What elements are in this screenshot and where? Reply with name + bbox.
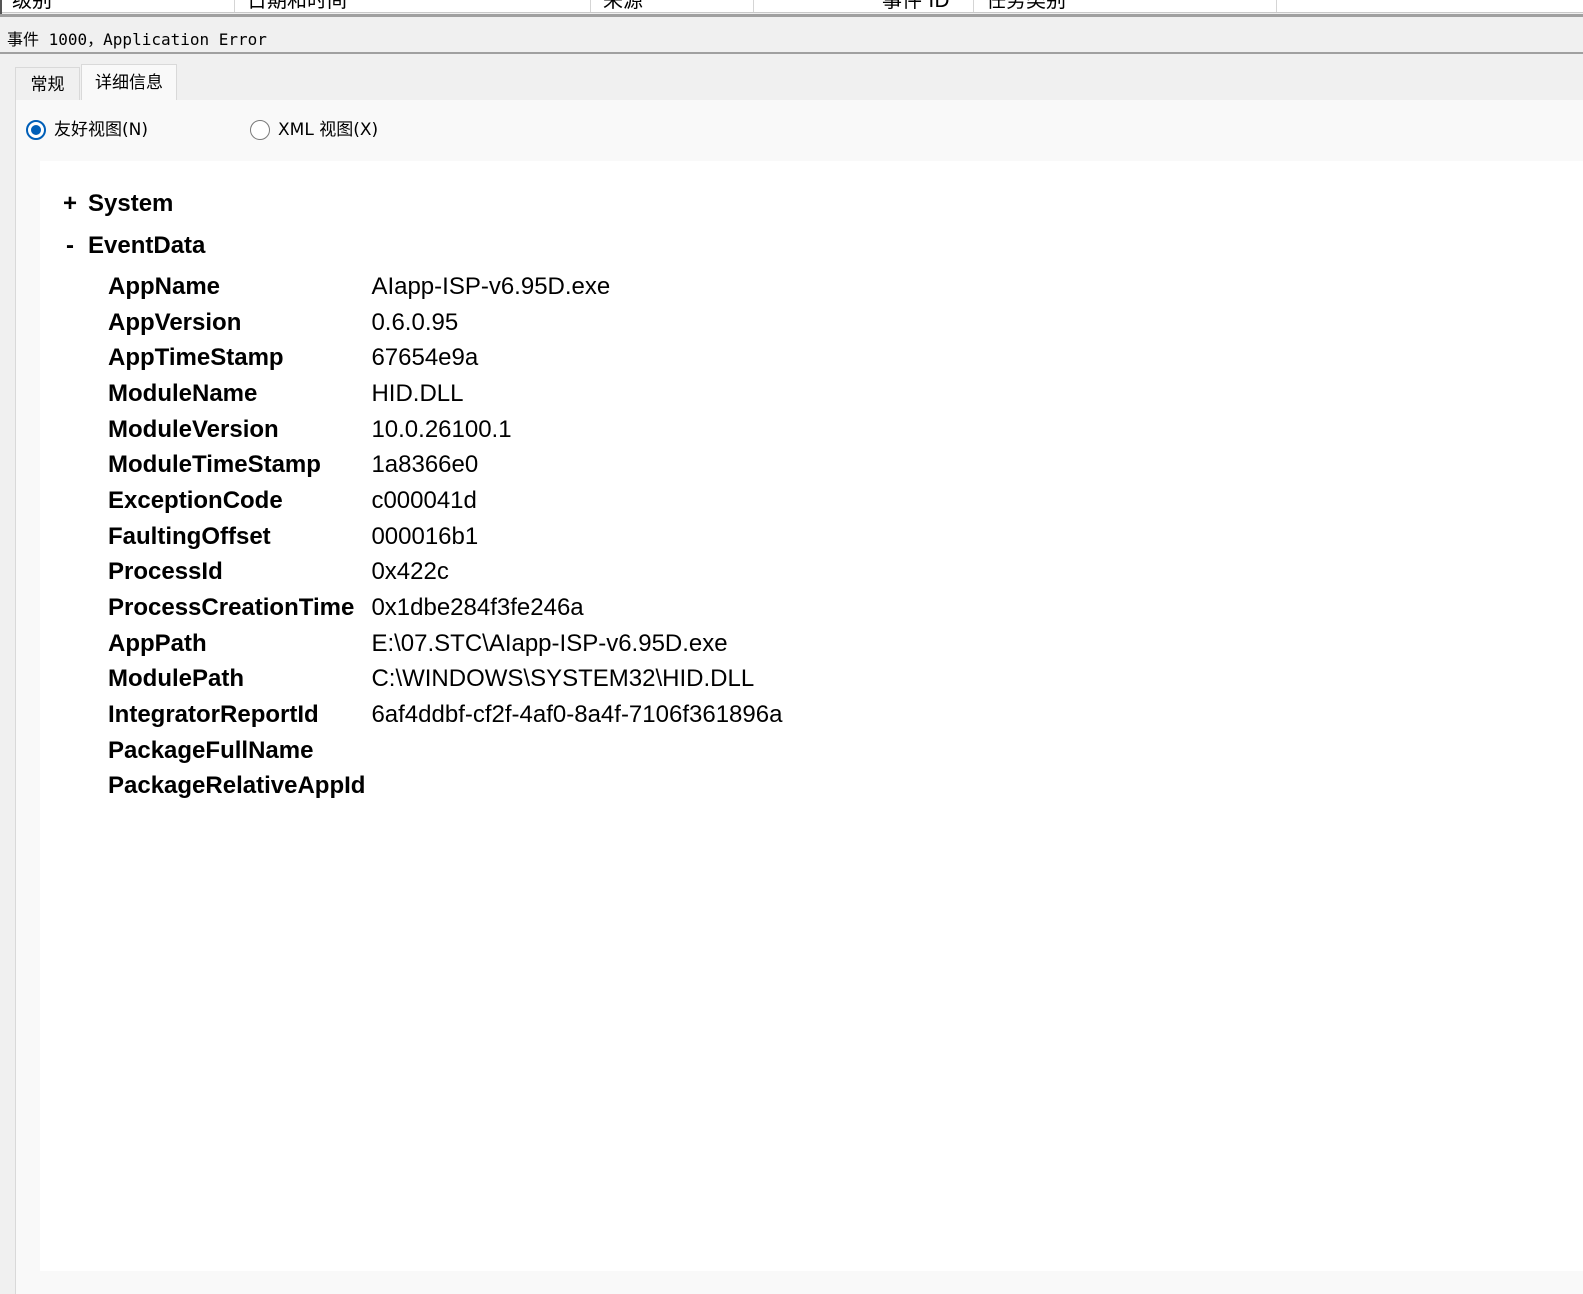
- event-title-bar: 事件 1000，Application Error: [0, 17, 1583, 52]
- field-name: PackageRelativeAppId: [108, 772, 366, 800]
- table-row: PackageFullName: [108, 733, 782, 769]
- field-value: HID.DLL: [371, 379, 464, 407]
- field-name: AppTimeStamp: [108, 344, 284, 372]
- tree-node-eventdata-label: EventData: [88, 232, 206, 259]
- event-details-content[interactable]: + System - EventData AppName AIapp-ISP-v6…: [40, 161, 1583, 1271]
- field-name: ModuleTimeStamp: [108, 451, 321, 479]
- field-value: 0x1dbe284f3fe246a: [371, 594, 584, 622]
- table-row: AppName AIapp-ISP-v6.95D.exe: [108, 269, 782, 305]
- table-row: ModulePath C:\WINDOWS\SYSTEM32\HID.DLL: [108, 662, 782, 698]
- field-value: 000016b1: [371, 522, 479, 550]
- field-name: ModulePath: [108, 665, 244, 693]
- table-row: ModuleVersion 10.0.26100.1: [108, 412, 782, 448]
- table-row: IntegratorReportId 6af4ddbf-cf2f-4af0-8a4…: [108, 697, 782, 733]
- collapse-icon[interactable]: -: [60, 232, 80, 260]
- xml-view-label[interactable]: XML 视图(X): [278, 118, 378, 142]
- event-data-table: AppName AIapp-ISP-v6.95D.exe AppVersion 0.6…: [108, 269, 782, 804]
- table-row: AppVersion 0.6.0.95: [108, 305, 782, 341]
- radio-unchecked-icon[interactable]: [250, 120, 270, 140]
- table-row: ModuleName HID.DLL: [108, 376, 782, 412]
- event-properties-window: 级别 日期和时间 来源 事件 ID 任务类别 事件 1000，Applicati…: [0, 0, 1583, 1294]
- tab-details[interactable]: 详细信息: [81, 64, 177, 101]
- event-title: 事件 1000，Application Error: [7, 30, 267, 49]
- table-row: ModuleTimeStamp 1a8366e0: [108, 447, 782, 483]
- event-list-header: 级别 日期和时间 来源 事件 ID 任务类别: [0, 0, 1583, 13]
- field-value: c000041d: [371, 486, 477, 514]
- column-header-event-id[interactable]: 事件 ID: [754, 0, 974, 12]
- field-name: ModuleName: [108, 379, 258, 407]
- field-value: 0.6.0.95: [371, 308, 459, 336]
- table-row: AppPath E:\07.STC\AIapp-ISP-v6.95D.exe: [108, 626, 782, 662]
- field-value: 0x422c: [371, 558, 449, 586]
- field-name: AppVersion: [108, 308, 242, 336]
- field-name: AppName: [108, 272, 221, 300]
- column-header-datetime[interactable]: 日期和时间: [235, 0, 591, 12]
- table-row: AppTimeStamp 67654e9a: [108, 340, 782, 376]
- table-row: PackageRelativeAppId: [108, 769, 782, 805]
- table-row: ExceptionCode c000041d: [108, 483, 782, 519]
- field-name: ProcessId: [108, 558, 223, 586]
- field-value: [371, 733, 782, 769]
- radio-checked-icon[interactable]: [26, 120, 46, 140]
- field-name: PackageFullName: [108, 736, 314, 764]
- field-value: [371, 769, 782, 805]
- tree-node-system-label: System: [88, 190, 174, 217]
- tab-general[interactable]: 常规: [15, 67, 80, 101]
- column-header-source[interactable]: 来源: [591, 0, 754, 12]
- field-value: 10.0.26100.1: [371, 415, 512, 443]
- field-name: FaultingOffset: [108, 522, 271, 550]
- details-tab-panel: 友好视图(N) XML 视图(X) + System - EventData A…: [15, 100, 1583, 1294]
- field-name: IntegratorReportId: [108, 701, 319, 729]
- field-name: ModuleVersion: [108, 415, 279, 443]
- table-row: FaultingOffset 000016b1: [108, 519, 782, 555]
- field-value: AIapp-ISP-v6.95D.exe: [371, 272, 611, 300]
- expand-icon[interactable]: +: [60, 190, 80, 218]
- table-row: ProcessId 0x422c: [108, 555, 782, 591]
- friendly-view-label[interactable]: 友好视图(N): [54, 118, 148, 142]
- field-name: ProcessCreationTime: [108, 594, 355, 622]
- title-separator: [0, 52, 1583, 54]
- field-value: 67654e9a: [371, 344, 479, 372]
- field-name: ExceptionCode: [108, 486, 283, 514]
- field-value: E:\07.STC\AIapp-ISP-v6.95D.exe: [371, 629, 728, 657]
- table-row: ProcessCreationTime 0x1dbe284f3fe246a: [108, 590, 782, 626]
- field-value: C:\WINDOWS\SYSTEM32\HID.DLL: [371, 665, 755, 693]
- field-value: 1a8366e0: [371, 451, 479, 479]
- column-header-level[interactable]: 级别: [0, 0, 235, 12]
- field-value: 6af4ddbf-cf2f-4af0-8a4f-7106f361896a: [371, 701, 783, 729]
- column-header-task-category[interactable]: 任务类别: [974, 0, 1277, 12]
- field-name: AppPath: [108, 629, 207, 657]
